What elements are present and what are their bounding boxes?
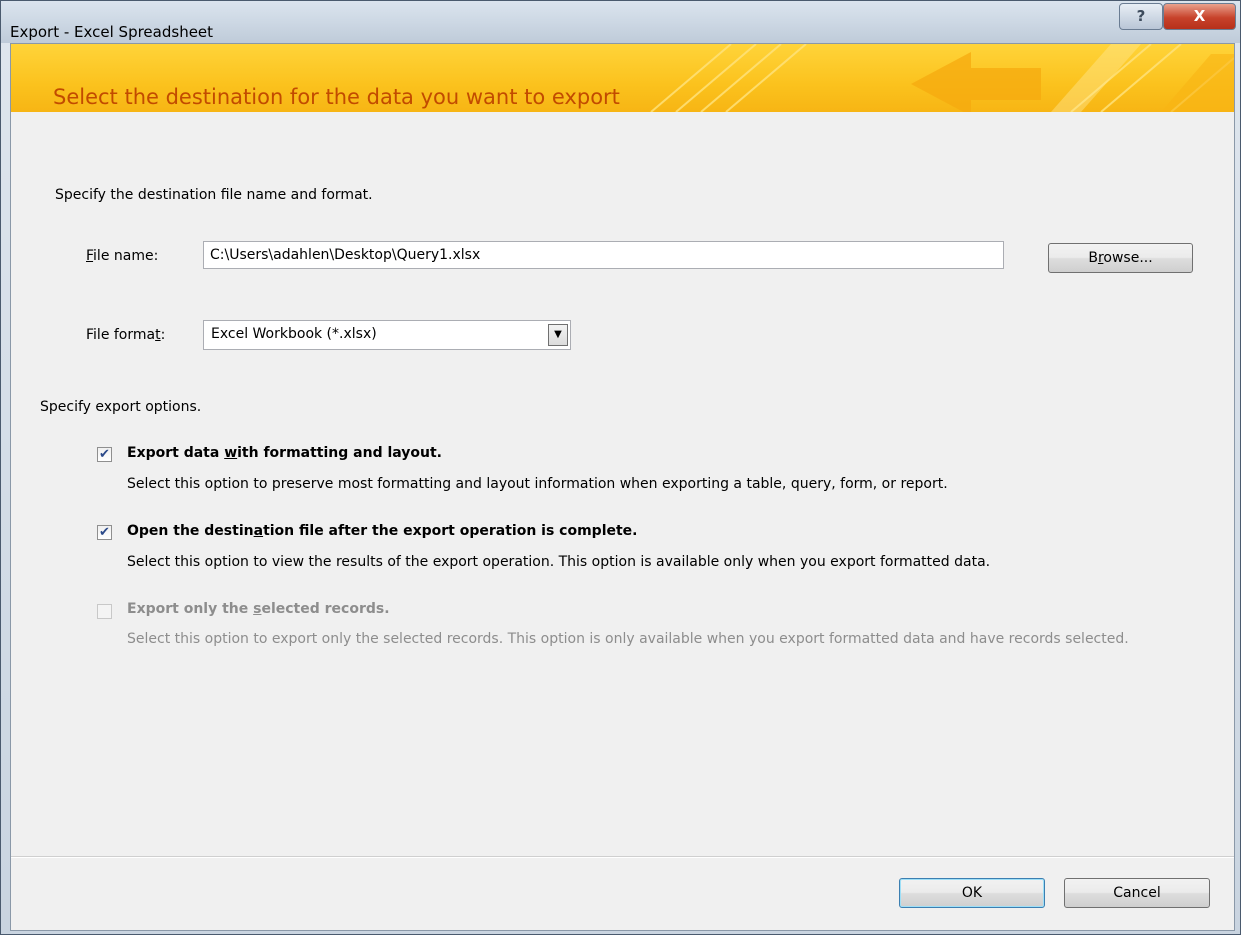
header-banner: Select the destination for the data you … [11,44,1234,112]
dialog-body: Select the destination for the data you … [10,43,1235,931]
options-heading: Specify export options. [40,399,202,415]
selected-records-option-title: Export only the selected records. [127,601,390,617]
format-layout-checkbox[interactable]: ✔ [97,447,112,462]
file-format-label: File format: [86,327,166,343]
open-destination-option-title[interactable]: Open the destination file after the expo… [127,523,638,539]
browse-button[interactable]: Browse... [1048,243,1193,273]
window-title: Export - Excel Spreadsheet [10,23,214,41]
file-name-input[interactable] [203,241,1004,269]
cancel-button[interactable]: Cancel [1064,878,1210,908]
file-format-value: Excel Workbook (*.xlsx) [211,326,377,342]
checkmark-icon: ✔ [99,525,110,540]
close-icon: X [1193,7,1206,25]
format-layout-option-description: Select this option to preserve most form… [127,476,948,492]
checkmark-icon: ✔ [99,447,110,462]
ok-button[interactable]: OK [899,878,1045,908]
export-dialog: Export - Excel Spreadsheet ? X Select th… [0,0,1241,935]
title-bar: Export - Excel Spreadsheet ? X [1,1,1240,43]
file-format-select[interactable]: Excel Workbook (*.xlsx) ▼ [203,320,571,350]
selected-records-checkbox [97,604,112,619]
footer-separator [11,856,1234,858]
format-layout-option-title[interactable]: Export data with formatting and layout. [127,445,442,461]
banner-title: Select the destination for the data you … [53,85,620,109]
help-icon: ? [1136,7,1146,25]
open-destination-checkbox[interactable]: ✔ [97,525,112,540]
close-button[interactable]: X [1163,3,1236,30]
help-button[interactable]: ? [1119,3,1163,30]
file-name-label: File name: [86,248,159,264]
dropdown-arrow-icon[interactable]: ▼ [548,324,568,346]
selected-records-option-description: Select this option to export only the se… [127,631,1129,647]
open-destination-option-description: Select this option to view the results o… [127,554,991,570]
destination-heading: Specify the destination file name and fo… [55,187,373,203]
